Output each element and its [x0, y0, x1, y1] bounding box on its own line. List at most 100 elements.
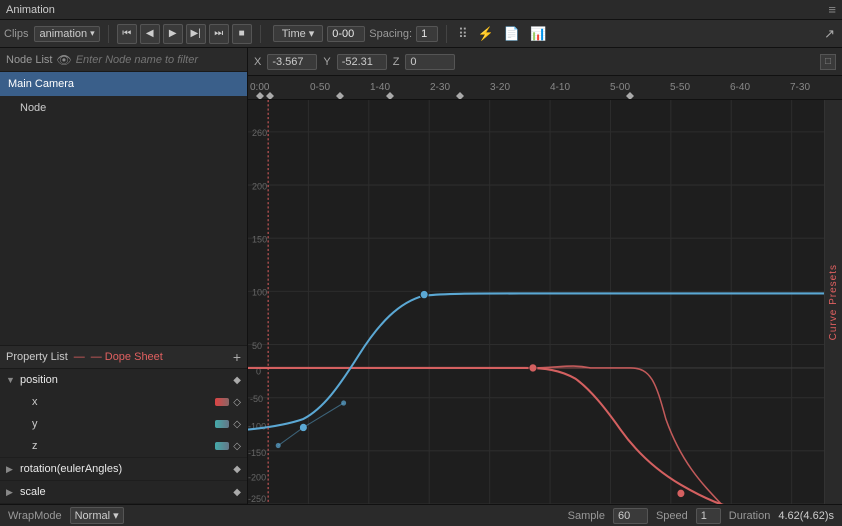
curve-presets-label: Curve Presets [828, 264, 839, 340]
curve-header: X Y Z □ [248, 48, 842, 76]
time-dropdown[interactable]: Time ▾ [273, 25, 324, 42]
add-property-button[interactable]: + [233, 349, 241, 365]
y-keyframe-icon: ◇ [233, 419, 241, 430]
clips-arrow: ▾ [90, 28, 95, 39]
svg-text:4-10: 4-10 [550, 82, 570, 93]
wrap-mode-arrow: ▾ [113, 509, 119, 522]
prop-item-position[interactable]: ▼ position ◆ [0, 369, 247, 391]
node-list-header: Node List 👁 [0, 48, 247, 72]
prop-item-scale[interactable]: ▶ scale ◆ [0, 481, 247, 503]
clips-dropdown[interactable]: animation ▾ [34, 26, 99, 42]
rotation-expand-icon: ▶ [6, 464, 16, 475]
wrap-mode-value: Normal [75, 510, 110, 522]
skip-end-button[interactable]: ⏭ [209, 24, 229, 44]
time-section: Time ▾ Spacing: [273, 25, 438, 42]
speed-input[interactable] [696, 508, 721, 524]
node-list-label: Node List [6, 54, 52, 66]
lightning-icon[interactable]: ⚡ [475, 26, 497, 42]
scale-expand-icon: ▶ [6, 487, 16, 498]
curve-presets-sidebar[interactable]: Curve Presets [824, 100, 842, 504]
prop-item-rotation[interactable]: ▶ rotation(eulerAngles) ◆ [0, 458, 247, 480]
chart-icon[interactable]: 📊 [527, 26, 549, 42]
prop-list: ▼ position ◆ x ◇ y ◇ [0, 369, 247, 504]
skip-start-button[interactable]: ⏮ [117, 24, 137, 44]
stop-button[interactable]: ■ [232, 24, 252, 44]
node-item-label: Node [20, 102, 46, 114]
duration-value: 4.62(4.62)s [778, 510, 834, 522]
z-curve-icon [215, 442, 229, 450]
x-coord-input[interactable] [267, 54, 317, 70]
prop-item-z[interactable]: z ◇ [0, 435, 247, 457]
sample-label: Sample [568, 510, 605, 522]
divider-2 [260, 25, 261, 43]
x-curve-icon [215, 398, 229, 406]
menu-icon[interactable]: ≡ [828, 2, 836, 17]
play-button[interactable]: ▶ [163, 24, 183, 44]
svg-text:150: 150 [252, 234, 267, 244]
visibility-icon[interactable]: 👁 [56, 53, 71, 67]
spacing-input[interactable] [416, 26, 438, 42]
duration-label: Duration [729, 510, 771, 522]
status-bar: WrapMode Normal ▾ Sample Speed Duration … [0, 504, 842, 526]
svg-text:0:00: 0:00 [250, 82, 270, 93]
step-forward-button[interactable]: ▶| [186, 24, 206, 44]
toolbar: Clips animation ▾ ⏮ ◀ ▶ ▶| ⏭ ■ Time ▾ Sp… [0, 20, 842, 48]
title-bar: Animation ≡ [0, 0, 842, 20]
svg-text:-150: -150 [248, 448, 266, 458]
node-item-label: Main Camera [8, 78, 74, 90]
prop-z-label: z [32, 440, 211, 452]
svg-text:200: 200 [252, 181, 267, 191]
playback-controls: ⏮ ◀ ▶ ▶| ⏭ ■ [117, 24, 252, 44]
svg-text:5-50: 5-50 [670, 82, 690, 93]
curve-mini-btn[interactable]: □ [820, 54, 836, 70]
time-arrow: ▾ [309, 27, 315, 40]
step-back-button[interactable]: ◀ [140, 24, 160, 44]
speed-label: Speed [656, 510, 688, 522]
prop-y-label: y [32, 418, 211, 430]
wrap-mode-label: WrapMode [8, 510, 62, 522]
prop-position-label: position [20, 374, 229, 386]
sample-input[interactable] [613, 508, 648, 524]
x-keyframe-icon: ◇ [233, 397, 241, 408]
prop-x-label: x [32, 396, 211, 408]
svg-text:5-00: 5-00 [610, 82, 630, 93]
z-keyframe-icon: ◇ [233, 441, 241, 452]
wrap-mode-dropdown[interactable]: Normal ▾ [70, 507, 124, 524]
z-coord-input[interactable] [405, 54, 455, 70]
node-filter-input[interactable] [76, 54, 241, 66]
prop-item-x[interactable]: x ◇ [0, 391, 247, 413]
svg-text:2-30: 2-30 [430, 82, 450, 93]
svg-text:-200: -200 [248, 472, 266, 482]
svg-text:-50: -50 [250, 394, 263, 404]
curve-svg: 260 200 150 100 50 0 -50 -100 -150 -200 … [248, 100, 842, 504]
svg-text:0-50: 0-50 [310, 82, 330, 93]
node-item-main-camera[interactable]: Main Camera [0, 72, 247, 96]
rotation-keyframe-icon: ◆ [233, 464, 241, 475]
node-item-node[interactable]: Node [0, 96, 247, 120]
doc-icon[interactable]: 📄 [501, 26, 523, 42]
grid-icon[interactable]: ⠿ [455, 26, 471, 42]
app-title: Animation [6, 4, 55, 16]
left-panel: Node List 👁 Main Camera Node Property Li… [0, 48, 248, 504]
z-coord-label: Z [393, 56, 400, 68]
y-coord-input[interactable] [337, 54, 387, 70]
prop-group-scale: ▶ scale ◆ [0, 481, 247, 504]
x-coord-label: X [254, 56, 261, 68]
y-curve-icon [215, 420, 229, 428]
curve-area[interactable]: 260 200 150 100 50 0 -50 -100 -150 -200 … [248, 100, 842, 504]
export-icon[interactable]: ↗ [821, 26, 838, 41]
svg-text:260: 260 [252, 128, 267, 138]
svg-text:3-20: 3-20 [490, 82, 510, 93]
svg-text:50: 50 [252, 341, 262, 351]
scale-keyframe-icon: ◆ [233, 487, 241, 498]
prop-item-y[interactable]: y ◇ [0, 413, 247, 435]
timeline-ruler-svg: 0:00 0-50 1-40 2-30 3-20 4-10 5-00 5-50 … [248, 76, 842, 99]
spacing-label: Spacing: [369, 28, 412, 40]
prop-list-header: Property List — — Dope Sheet + [0, 345, 247, 369]
time-input[interactable] [327, 26, 365, 42]
dope-bullet: — [74, 351, 85, 363]
svg-text:1-40: 1-40 [370, 82, 390, 93]
dope-sheet-label: — Dope Sheet [91, 351, 163, 363]
main-layout: Node List 👁 Main Camera Node Property Li… [0, 48, 842, 504]
svg-text:6-40: 6-40 [730, 82, 750, 93]
